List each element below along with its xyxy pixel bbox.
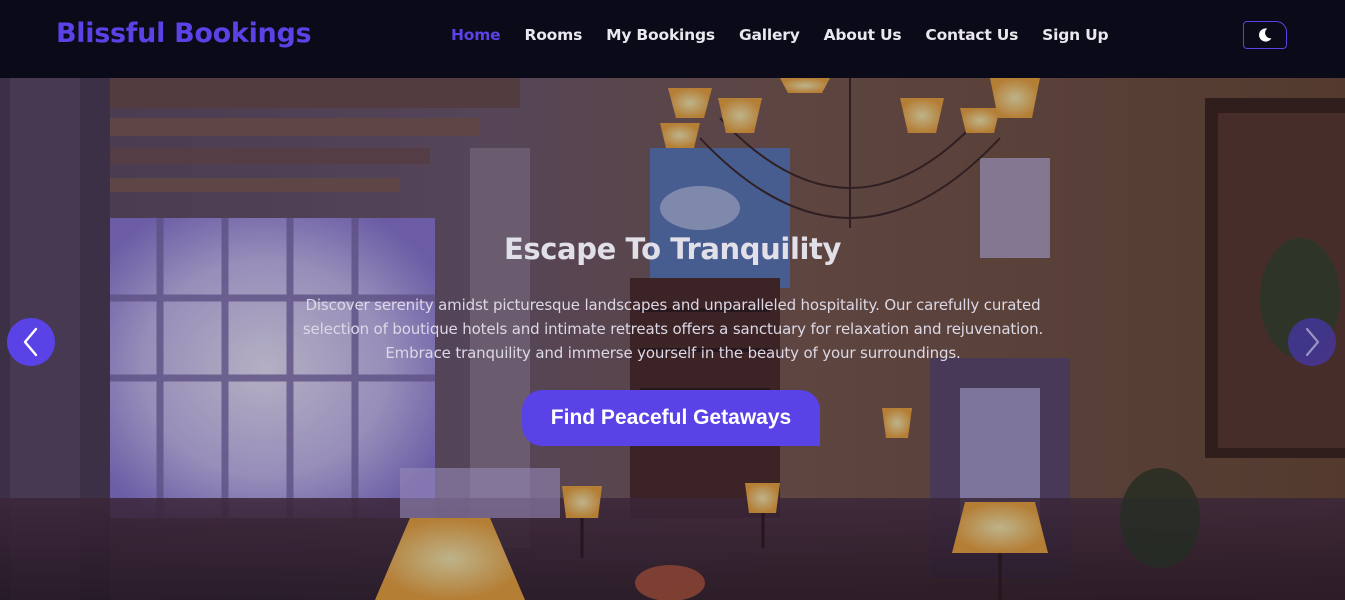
nav-link-about-us[interactable]: About Us [824, 26, 902, 44]
find-peaceful-getaways-button[interactable]: Find Peaceful Getaways [522, 390, 820, 446]
navbar: Blissful Bookings Home Rooms My Bookings… [0, 0, 1345, 78]
nav-link-home[interactable]: Home [451, 26, 501, 44]
chevron-right-icon [1305, 327, 1320, 357]
nav-link-my-bookings[interactable]: My Bookings [606, 26, 715, 44]
brand-logo[interactable]: Blissful Bookings [56, 18, 312, 49]
nav-links: Home Rooms My Bookings Gallery About Us … [451, 26, 1132, 44]
nav-link-rooms[interactable]: Rooms [524, 26, 582, 44]
hero-carousel: Escape To Tranquility Discover serenity … [0, 78, 1345, 600]
moon-icon [1259, 28, 1272, 42]
hero-title: Escape To Tranquility [503, 232, 841, 266]
hero-description: Discover serenity amidst picturesque lan… [302, 296, 1044, 362]
chevron-left-icon [23, 327, 38, 357]
nav-link-contact-us[interactable]: Contact Us [925, 26, 1018, 44]
carousel-next-button[interactable] [1288, 318, 1336, 366]
theme-toggle-button[interactable] [1243, 21, 1287, 49]
nav-link-gallery[interactable]: Gallery [739, 26, 800, 44]
nav-link-sign-up[interactable]: Sign Up [1042, 26, 1108, 44]
carousel-prev-button[interactable] [7, 318, 55, 366]
